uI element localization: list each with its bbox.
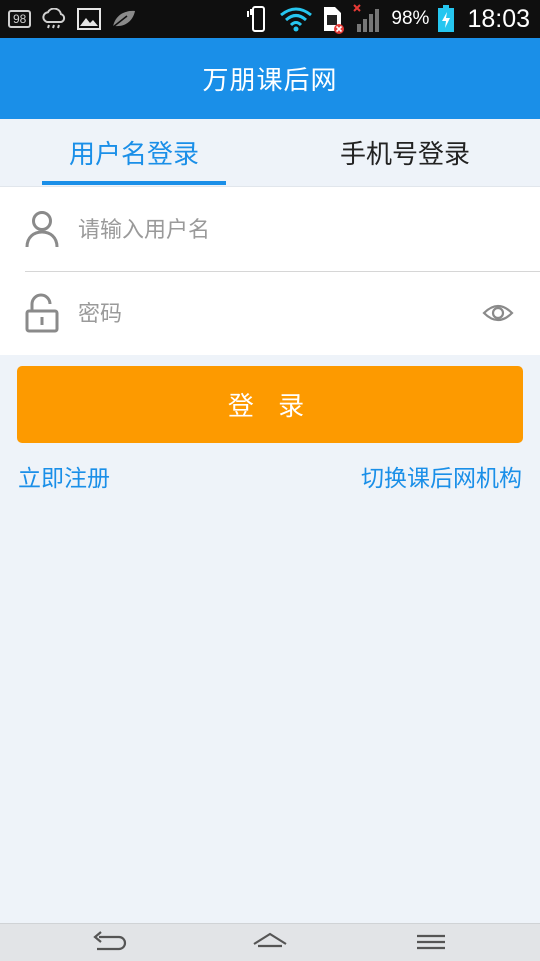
- battery-percent: 98%: [391, 8, 430, 29]
- app-bar: 万朋课后网: [0, 38, 540, 119]
- register-link[interactable]: 立即注册: [18, 462, 110, 496]
- sim-error-icon: [324, 7, 345, 34]
- tab-phone-login[interactable]: 手机号登录: [320, 119, 490, 186]
- back-icon[interactable]: [89, 928, 129, 956]
- notification-count-icon: 98: [8, 10, 32, 28]
- battery-charging-icon: [438, 5, 455, 32]
- signal-icon: [353, 4, 380, 32]
- home-icon[interactable]: [250, 928, 290, 956]
- password-input[interactable]: [76, 287, 460, 341]
- login-form: [0, 187, 540, 355]
- wifi-icon: [280, 7, 313, 32]
- eye-icon[interactable]: [482, 301, 514, 325]
- menu-icon[interactable]: [411, 928, 451, 956]
- login-button[interactable]: 登 录: [17, 366, 523, 443]
- username-row: [0, 187, 540, 271]
- tab-username-login[interactable]: 用户名登录: [42, 119, 226, 186]
- weather-cloud-icon: [42, 8, 66, 29]
- lock-icon: [25, 293, 59, 333]
- login-tabs: 用户名登录 手机号登录: [0, 119, 540, 187]
- user-icon: [25, 211, 59, 248]
- leaf-icon: [112, 10, 136, 28]
- status-bar: 98 98% 18:03: [0, 0, 540, 38]
- active-tab-indicator: [42, 181, 226, 185]
- switch-institution-link[interactable]: 切换课后网机构: [361, 462, 522, 496]
- username-input[interactable]: [76, 203, 460, 257]
- system-nav-bar: [0, 923, 540, 961]
- app-title: 万朋课后网: [202, 66, 338, 96]
- status-bar-left: 98: [8, 0, 137, 38]
- vibrate-icon: [247, 6, 266, 32]
- gallery-image-icon: [77, 8, 102, 30]
- clock: 18:03: [467, 4, 530, 33]
- status-bar-right: 98% 18:03: [245, 0, 530, 38]
- password-row: [0, 271, 540, 355]
